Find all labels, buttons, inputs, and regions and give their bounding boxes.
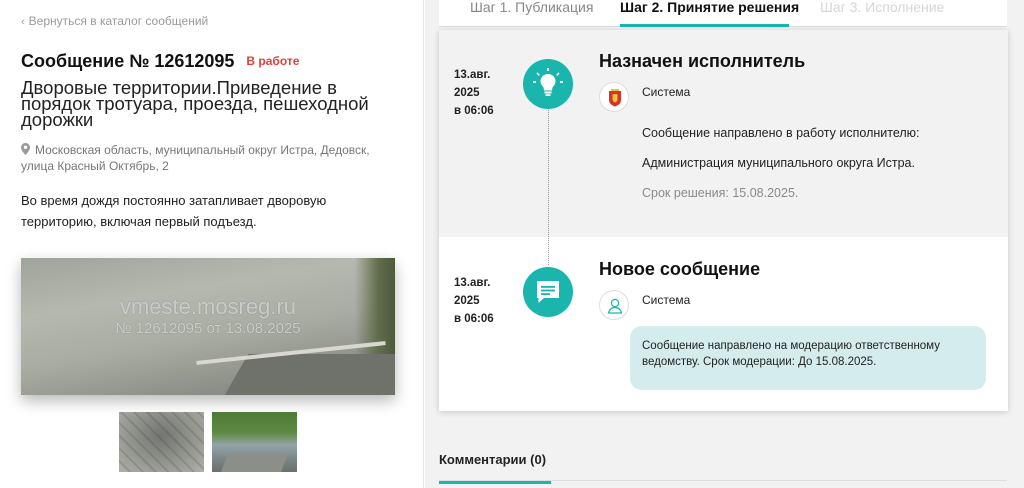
event-1-deadline: Срок решения: 15.08.2025. bbox=[642, 186, 799, 200]
comments-tab[interactable]: Комментарии (0) bbox=[439, 452, 546, 467]
chat-icon bbox=[523, 267, 573, 317]
location-pin-icon bbox=[21, 143, 30, 155]
back-link-label: Вернуться в каталог сообщений bbox=[28, 14, 209, 28]
photo-thumbnail-1[interactable] bbox=[119, 412, 204, 472]
tab-step-3: Шаг 3. Исполнение bbox=[820, 0, 945, 15]
event-date-year: 2025 bbox=[454, 295, 480, 307]
chevron-left-icon: ‹ bbox=[21, 16, 25, 28]
event-date-day: 13.авг. bbox=[454, 69, 491, 81]
message-subject: Дворовые территории.Приведение в порядок… bbox=[21, 77, 369, 130]
photo-watermark-site: vmeste.mosreg.ru bbox=[119, 294, 297, 319]
step-tabs: Шаг 1. Публикация Шаг 2. Принятие решени… bbox=[439, 0, 1007, 27]
main-photo[interactable]: vmeste.mosreg.ru № 12612095 от 13.08.202… bbox=[21, 258, 395, 395]
comments-tab-underline bbox=[439, 481, 551, 484]
active-tab-underline bbox=[620, 24, 789, 27]
event-2-date: 13.авг. 2025 в 06:06 bbox=[454, 274, 514, 328]
event-1-text-2: Администрация муниципального округа Истр… bbox=[642, 156, 915, 170]
moscow-region-emblem-icon bbox=[599, 82, 629, 112]
message-title: Сообщение № 12612095 В работе bbox=[21, 51, 299, 72]
event-2-message-bubble: Сообщение направлено на модерацию ответс… bbox=[630, 326, 986, 390]
timeline-card: 13.авг. 2025 в 06:06 Назначен исполнител… bbox=[439, 30, 1008, 411]
event-1-author: Система bbox=[642, 85, 691, 99]
address-text: Московская область, муниципальный округ … bbox=[21, 143, 370, 173]
message-number: Сообщение № 12612095 bbox=[21, 51, 235, 71]
event-2-title: Новое сообщение bbox=[599, 259, 761, 279]
timeline-connector bbox=[548, 110, 549, 265]
event-1-title: Назначен исполнитель bbox=[599, 51, 806, 71]
event-date-time: в 06:06 bbox=[454, 105, 494, 117]
status-badge: В работе bbox=[246, 54, 300, 68]
thumb-shade bbox=[119, 412, 204, 472]
lightbulb-icon bbox=[523, 59, 573, 109]
back-to-catalog-link[interactable]: ‹ Вернуться в каталог сообщений bbox=[21, 14, 208, 28]
message-address: Московская область, муниципальный округ … bbox=[21, 142, 391, 174]
event-2-author: Система bbox=[642, 293, 691, 307]
photo-thumbnail-2[interactable] bbox=[212, 412, 297, 472]
event-date-time: в 06:06 bbox=[454, 313, 494, 325]
event-date-year: 2025 bbox=[454, 87, 480, 99]
photo-watermark-caption: № 12612095 от 13.08.2025 bbox=[115, 320, 301, 337]
tab-step-2[interactable]: Шаг 2. Принятие решения bbox=[620, 0, 799, 15]
message-details-panel: ‹ Вернуться в каталог сообщений Сообщение… bbox=[0, 0, 424, 488]
event-date-day: 13.авг. bbox=[454, 277, 491, 289]
event-1-text-1: Сообщение направлено в работу исполнител… bbox=[642, 126, 920, 140]
message-description: Во время дождя постоянно затапливает дво… bbox=[21, 193, 327, 229]
thumb-path bbox=[220, 454, 288, 472]
event-1-date: 13.авг. 2025 в 06:06 bbox=[454, 66, 514, 120]
user-icon bbox=[599, 290, 629, 320]
tab-step-1[interactable]: Шаг 1. Публикация bbox=[470, 0, 593, 15]
workflow-panel: Шаг 1. Публикация Шаг 2. Принятие решени… bbox=[425, 0, 1024, 488]
